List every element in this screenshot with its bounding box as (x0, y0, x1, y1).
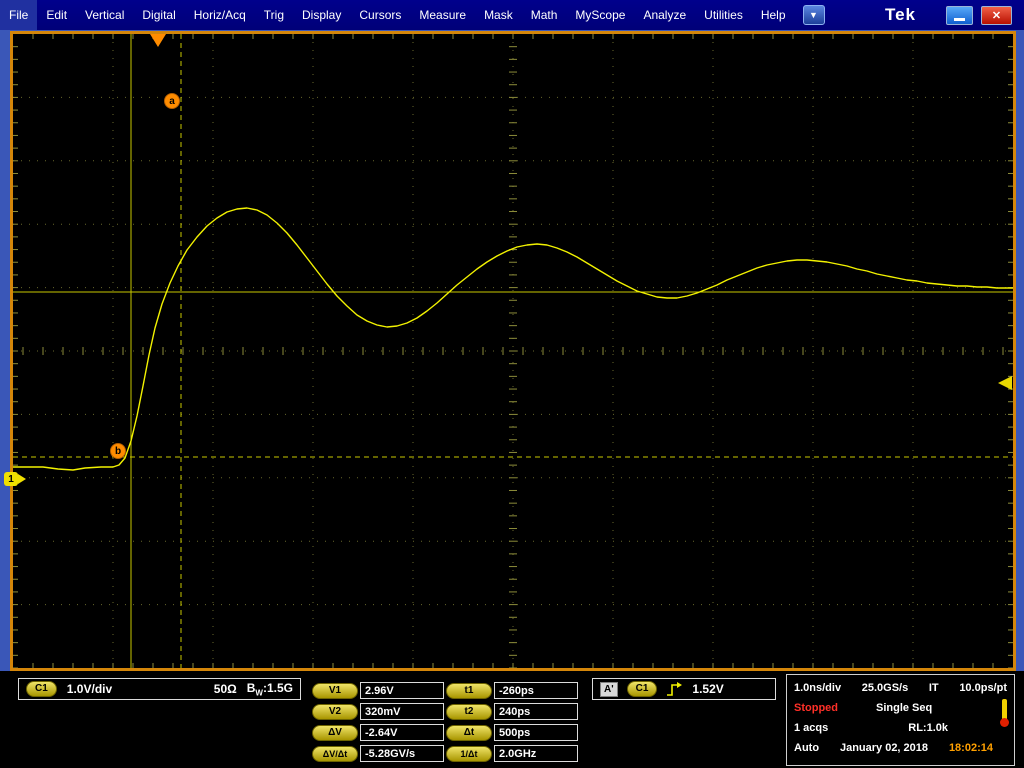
trigger-source-button[interactable]: C1 (626, 681, 658, 697)
datetime-line: Auto January 02, 2018 18:02:14 (794, 738, 1007, 758)
graticule-svg (13, 34, 1013, 668)
trigger-level-marker[interactable] (998, 376, 1012, 390)
acq-count-line: 1 acqs RL:1.0k (794, 718, 1007, 738)
bandwidth-value: :1.5G (262, 680, 293, 695)
timebase-value: 1.0ns/div (794, 682, 842, 694)
menu-analyze[interactable]: Analyze (634, 0, 695, 30)
acquisition-state: Stopped (794, 702, 838, 714)
menu-myscope[interactable]: MyScope (566, 0, 634, 30)
menu-vertical[interactable]: Vertical (76, 0, 133, 30)
close-icon: ✕ (991, 9, 1002, 22)
menu-dropdown-button[interactable]: ▼ (802, 5, 825, 25)
thermometer-bulb (1000, 718, 1009, 727)
vertical-scale-label: 1.0V/div (66, 682, 113, 696)
channel-readout: C1 1.0V/div 50Ω BW:1.5G (18, 678, 301, 700)
cursor-a-handle[interactable]: a (164, 93, 180, 109)
sample-rate-value: 25.0GS/s (861, 682, 909, 694)
trigger-a-badge[interactable]: A' (600, 681, 618, 697)
run-state-line: Stopped Single Seq (794, 698, 1007, 718)
cursor-dv-button[interactable]: ΔV (312, 725, 358, 741)
cursor-v1-button[interactable]: V1 (312, 683, 358, 699)
cursor-t2-button[interactable]: t2 (446, 704, 492, 720)
minimize-button[interactable] (946, 5, 973, 25)
time-value: 18:02:14 (948, 742, 993, 754)
cursor-v2-value: 320mV (360, 703, 444, 720)
cursor-v2-button[interactable]: V2 (312, 704, 358, 720)
channel1-arrow-icon (18, 474, 26, 484)
trigger-level-value: 1.52V (692, 682, 724, 696)
channel1-reference-marker[interactable]: 1 (4, 472, 26, 486)
record-length: RL:1.0k (908, 722, 948, 734)
sampling-mode: IT (928, 682, 939, 694)
tek-logo: Tek (884, 5, 916, 24)
cursor-b-handle[interactable]: b (110, 443, 126, 459)
cursor-t2-value: 240ps (494, 703, 578, 720)
menu-measure[interactable]: Measure (410, 0, 475, 30)
temperature-icon (1000, 699, 1009, 727)
close-button[interactable]: ✕ (981, 5, 1012, 25)
cursor-dt-button[interactable]: Δt (446, 725, 492, 741)
cursor-t1-value: -260ps (494, 682, 578, 699)
cursor-dt-value: 500ps (494, 724, 578, 741)
menu-help[interactable]: Help (752, 0, 795, 30)
menu-digital[interactable]: Digital (133, 0, 184, 30)
bandwidth-label: BW:1.5G (247, 681, 293, 697)
acquisition-count: 1 acqs (794, 722, 829, 734)
cursor-t1-button[interactable]: t1 (446, 683, 492, 699)
timebase-line: 1.0ns/div 25.0GS/s IT 10.0ps/pt (794, 678, 1007, 698)
menu-math[interactable]: Math (522, 0, 567, 30)
menu-mask[interactable]: Mask (475, 0, 522, 30)
cursor-1dt-value: 2.0GHz (494, 745, 578, 762)
bandwidth-sub: W (255, 688, 263, 698)
trigger-readout: A' C1 1.52V (592, 678, 776, 700)
trigger-position-marker[interactable] (150, 34, 166, 47)
menu-horiz-acq[interactable]: Horiz/Acq (185, 0, 255, 30)
cursor-dvdt-value: -5.28GV/s (360, 745, 444, 762)
trigger-mode: Auto (794, 742, 820, 754)
menu-bar: File Edit Vertical Digital Horiz/Acq Tri… (0, 0, 1024, 30)
impedance-label: 50Ω (213, 682, 237, 696)
scope-display: a b 1 (4, 31, 1016, 671)
channel-c1-button[interactable]: C1 (26, 681, 57, 697)
minimize-icon (954, 18, 965, 21)
readout-panel: C1 1.0V/div 50Ω BW:1.5G V1 2.96V V2 320m… (0, 671, 1024, 768)
cursor-1dt-button[interactable]: 1/Δt (446, 746, 492, 762)
cursor-dvdt-button[interactable]: ΔV/Δt (312, 746, 358, 762)
resolution-value: 10.0ps/pt (959, 682, 1007, 694)
thermometer-stem (1002, 699, 1007, 720)
menu-trig[interactable]: Trig (255, 0, 293, 30)
rising-edge-icon (667, 681, 683, 696)
sequence-mode: Single Seq (876, 702, 933, 714)
menu-edit[interactable]: Edit (37, 0, 76, 30)
graticule-grid (13, 34, 1013, 668)
menu-file[interactable]: File (0, 0, 38, 30)
menu-display[interactable]: Display (293, 0, 350, 30)
channel1-badge: 1 (4, 472, 18, 486)
chevron-down-icon: ▼ (809, 10, 818, 20)
menu-cursors[interactable]: Cursors (350, 0, 410, 30)
menu-utilities[interactable]: Utilities (695, 0, 752, 30)
date-value: January 02, 2018 (839, 742, 929, 754)
cursor-dv-value: -2.64V (360, 724, 444, 741)
acquisition-status-panel: 1.0ns/div 25.0GS/s IT 10.0ps/pt Stopped … (786, 674, 1015, 766)
cursor-v1-value: 2.96V (360, 682, 444, 699)
